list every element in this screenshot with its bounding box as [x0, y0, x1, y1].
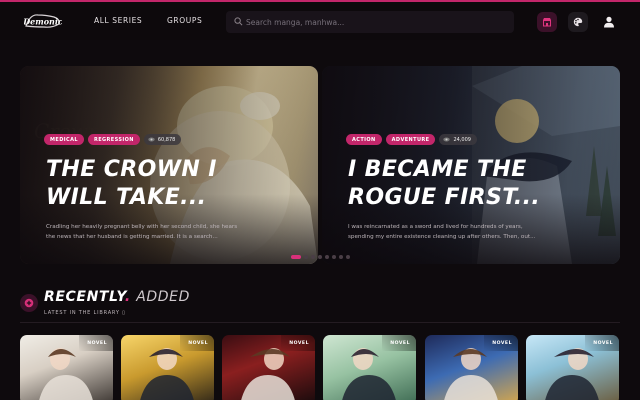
slide-title[interactable]: THE CROWN I WILL TAKE... [46, 156, 276, 212]
slide-description: I was reincarnated as a sword and lived … [348, 224, 536, 240]
store-icon [543, 18, 551, 27]
search-bar[interactable] [226, 11, 514, 33]
series-card[interactable]: NOVEL [425, 335, 518, 400]
slide-tags: MEDICAL REGRESSION 60,878 [44, 134, 182, 145]
section-title: RECENTLY. ADDED [44, 289, 190, 305]
genre-tag[interactable]: REGRESSION [87, 134, 140, 145]
views-count: 60,878 [157, 136, 176, 143]
carousel-dot[interactable] [291, 255, 301, 259]
theme-button[interactable] [568, 12, 588, 32]
carousel-dot[interactable] [325, 255, 329, 259]
eye-icon [443, 137, 451, 142]
type-badge: NOVEL [188, 341, 208, 346]
series-card[interactable]: NOVEL [526, 335, 619, 400]
views-badge: 60,878 [143, 134, 182, 145]
nav-groups[interactable]: GROUPS [167, 16, 202, 25]
top-header: Demonic ALL SERIES GROUPS [0, 2, 640, 40]
genre-tag[interactable]: MEDICAL [44, 134, 84, 145]
search-icon [234, 17, 243, 26]
carousel-pagination [291, 255, 350, 259]
type-badge: NOVEL [289, 341, 309, 346]
plus-circle-icon [24, 298, 34, 308]
user-icon [604, 16, 614, 28]
featured-slide[interactable]: Crown MEDICAL REGRESSION 60,878 THE CROW… [20, 66, 318, 264]
store-button[interactable] [537, 12, 557, 32]
recent-cards-row: NOVEL NOVEL NOVEL NOVEL NOVEL NOVEL [20, 335, 640, 400]
carousel-dot[interactable] [332, 255, 336, 259]
series-card[interactable]: NOVEL [222, 335, 315, 400]
type-badge: NOVEL [593, 341, 613, 346]
section-divider [20, 322, 620, 323]
search-input[interactable] [246, 14, 506, 30]
svg-text:Demonic: Demonic [24, 17, 62, 27]
featured-carousel: Crown MEDICAL REGRESSION 60,878 THE CROW… [20, 66, 620, 266]
account-button[interactable] [599, 12, 619, 32]
genre-tag[interactable]: ADVENTURE [385, 134, 436, 145]
section-title-rest: ADDED [136, 289, 190, 305]
nav-all-series[interactable]: ALL SERIES [94, 16, 142, 25]
featured-slide[interactable]: ACTION ADVENTURE 24,009 I BECAME THE ROG… [322, 66, 620, 264]
site-logo[interactable]: Demonic [24, 11, 62, 31]
views-count: 24,009 [453, 136, 471, 143]
palette-icon [573, 17, 583, 27]
carousel-dot[interactable] [318, 255, 322, 259]
slide-tags: ACTION ADVENTURE 24,009 [346, 134, 477, 145]
type-badge: NOVEL [87, 341, 107, 346]
series-card[interactable]: NOVEL [121, 335, 214, 400]
genre-tag[interactable]: ACTION [346, 134, 382, 145]
recent-section-icon [20, 294, 38, 312]
type-badge: NOVEL [492, 341, 512, 346]
slide-description: Cradling her heavily pregnant belly with… [46, 224, 238, 240]
section-title-dot: . [124, 289, 131, 305]
carousel-dot[interactable] [346, 255, 350, 259]
slide-title[interactable]: I BECAME THE ROGUE FIRST... [348, 156, 578, 212]
section-title-main: RECENTLY [44, 289, 125, 305]
carousel-dot[interactable] [304, 255, 308, 259]
views-badge: 24,009 [439, 134, 477, 145]
type-badge: NOVEL [390, 341, 410, 346]
section-subtitle: LATEST IN THE LIBRARY ▯ [44, 310, 126, 316]
eye-icon [148, 137, 155, 142]
series-card[interactable]: NOVEL [323, 335, 416, 400]
carousel-dot[interactable] [339, 255, 343, 259]
carousel-dot[interactable] [311, 255, 315, 259]
series-card[interactable]: NOVEL [20, 335, 113, 400]
